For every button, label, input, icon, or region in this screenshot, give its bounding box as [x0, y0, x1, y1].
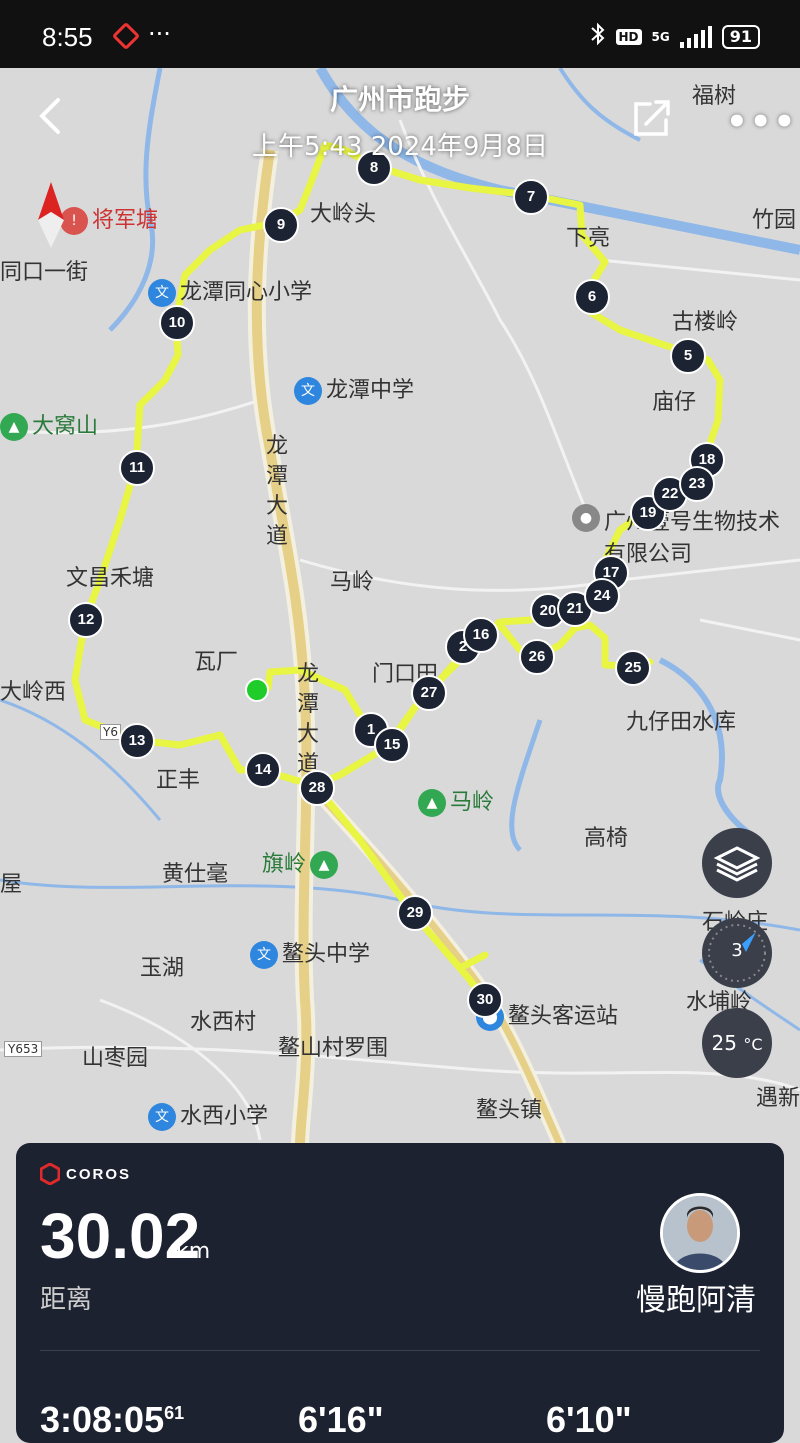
km-marker-15[interactable]: 15: [374, 727, 410, 763]
map-label-huangshihao: 黄仕毫: [162, 862, 229, 887]
map-label-zhuyuan: 竹园: [752, 208, 797, 233]
map-label-road-y6: Y6: [100, 724, 121, 740]
status-right-group: HD 5G 91: [590, 22, 760, 51]
map-label-dalingtou: 大岭头: [310, 202, 377, 227]
km-marker-11[interactable]: 11: [119, 450, 155, 486]
map-label-longtan-zhongxue: 文龙潭中学: [294, 372, 414, 405]
map-label-wenchang: 文昌禾塘: [66, 566, 155, 591]
user-avatar-icon: [663, 1196, 737, 1270]
map-label-gulouling: 古楼岭: [672, 310, 739, 335]
stat-duration: 3:08:0561: [40, 1399, 185, 1440]
mountain-icon: ▲: [310, 851, 339, 879]
mountain-icon: ▲: [418, 789, 446, 817]
chevron-left-icon: [39, 98, 60, 134]
map-label-jiangjuntang: ! 将军塘: [60, 202, 158, 235]
share-button[interactable]: [632, 98, 672, 138]
school-icon: 文: [148, 1103, 176, 1131]
share-icon: [634, 100, 670, 136]
avatar[interactable]: [660, 1193, 740, 1273]
school-icon: 文: [294, 377, 322, 405]
bluetooth-icon: [590, 22, 606, 51]
temperature-value: 25: [711, 1031, 737, 1055]
username: 慢跑阿清: [636, 1283, 756, 1318]
map-label-maling-village: 马岭: [330, 570, 375, 595]
map-label-shuixicun: 水西村: [190, 1010, 257, 1035]
school-icon: 文: [148, 279, 176, 307]
km-marker-25[interactable]: 25: [615, 650, 651, 686]
km-marker-29[interactable]: 29: [397, 895, 433, 931]
km-marker-24[interactable]: 24: [584, 578, 620, 614]
north-indicator-icon: [34, 180, 68, 250]
status-more-icon: ···: [148, 20, 171, 48]
map-label-zhengfeng: 正丰: [156, 768, 201, 793]
location-pin-icon: ●: [572, 504, 600, 532]
km-marker-26[interactable]: 26: [519, 639, 555, 675]
network-label: 5G: [651, 29, 670, 44]
map-label-yuxin: 遇新: [756, 1086, 800, 1111]
map-label-longtan-tongxin: 文龙潭同心小学: [148, 274, 312, 307]
direction-indicator[interactable]: 3: [702, 918, 772, 988]
map-label-gaoyi: 高椅: [584, 826, 629, 851]
km-marker-10[interactable]: 10: [159, 305, 195, 341]
map-label-road-longtan-2: 龙潭大道: [296, 662, 319, 777]
km-marker-5[interactable]: 5: [670, 338, 706, 374]
stat-avg-pace: 6'16": [298, 1399, 384, 1440]
route-start-marker: [245, 678, 269, 702]
map-label-miaozai: 庙仔: [652, 390, 697, 415]
school-icon: 文: [250, 941, 278, 969]
km-marker-30[interactable]: 30: [467, 982, 503, 1018]
map-label-shanzaoyuan: 山枣园: [82, 1046, 149, 1071]
map-label-jiuzaitian: 九仔田水库: [626, 710, 737, 735]
km-marker-16[interactable]: 16: [463, 617, 499, 653]
map-label-yuhu: 玉湖: [140, 956, 185, 981]
mountain-icon: ▲: [0, 413, 28, 441]
km-marker-6[interactable]: 6: [574, 279, 610, 315]
km-marker-13[interactable]: 13: [119, 723, 155, 759]
map-label-xialiang: 下亮: [566, 226, 611, 251]
map-label-road-y653: Y653: [4, 1041, 43, 1057]
km-marker-9[interactable]: 9: [263, 207, 299, 243]
map-label-tongkou: 同口一街: [0, 260, 89, 285]
activity-datetime: 上午5:43 2024年9月8日: [252, 132, 548, 162]
distance-unit: km: [176, 1239, 211, 1264]
hd-badge: HD: [615, 28, 642, 45]
temperature-indicator: 25 °C: [702, 1008, 772, 1078]
map-label-waichang: 瓦厂: [194, 650, 239, 675]
app-notification-icon: [111, 21, 141, 51]
temperature-unit: °C: [743, 1035, 763, 1054]
map-label-dalingxi: 大岭西: [0, 680, 67, 705]
map-label-shuixi-xiaoxue: 文水西小学: [148, 1098, 268, 1131]
map-label-qiling: 旗岭 ▲: [262, 846, 342, 879]
divider: [40, 1350, 760, 1351]
map-layers-button[interactable]: [702, 828, 772, 898]
distance-label: 距离: [40, 1285, 93, 1315]
signal-icon: [679, 25, 712, 48]
map-label-aotou-zhongxue: 文鳌头中学: [250, 936, 370, 969]
direction-value: 3: [731, 940, 743, 961]
activity-summary-card: COROS 30.02 km 距离 慢跑阿清 3:08:0561 6'16" 6…: [16, 1143, 784, 1443]
status-time: 8:55: [42, 22, 93, 52]
km-marker-12[interactable]: 12: [68, 602, 104, 638]
status-bar: 8:55 ··· HD 5G 91: [0, 0, 800, 68]
layers-icon: [713, 846, 761, 882]
km-marker-14[interactable]: 14: [245, 752, 281, 788]
back-button[interactable]: [36, 96, 66, 136]
map-label-aoshan: 鳌山村罗围: [278, 1036, 389, 1061]
map-label-dawoshan: ▲ 大窝山: [0, 408, 98, 441]
battery-indicator: 91: [721, 24, 760, 49]
km-marker-27[interactable]: 27: [411, 675, 447, 711]
km-marker-23[interactable]: 23: [679, 466, 715, 502]
map-label-wu: 屋: [0, 872, 23, 897]
map-label-aotouzhen: 鳌头镇: [476, 1098, 543, 1123]
map-label-maling-mountain: ▲ 马岭: [418, 784, 494, 817]
coros-logo-icon: [40, 1163, 60, 1185]
km-marker-28[interactable]: 28: [299, 770, 335, 806]
map-label-road-longtan-1: 龙潭大道: [265, 434, 288, 549]
more-options-button[interactable]: •••: [726, 102, 797, 142]
stat-pace: 6'10": [546, 1399, 632, 1440]
page-title: 广州市跑步: [329, 83, 470, 116]
km-marker-7[interactable]: 7: [513, 179, 549, 215]
brand-name: COROS: [66, 1165, 132, 1183]
brand-logo: COROS: [40, 1163, 131, 1185]
